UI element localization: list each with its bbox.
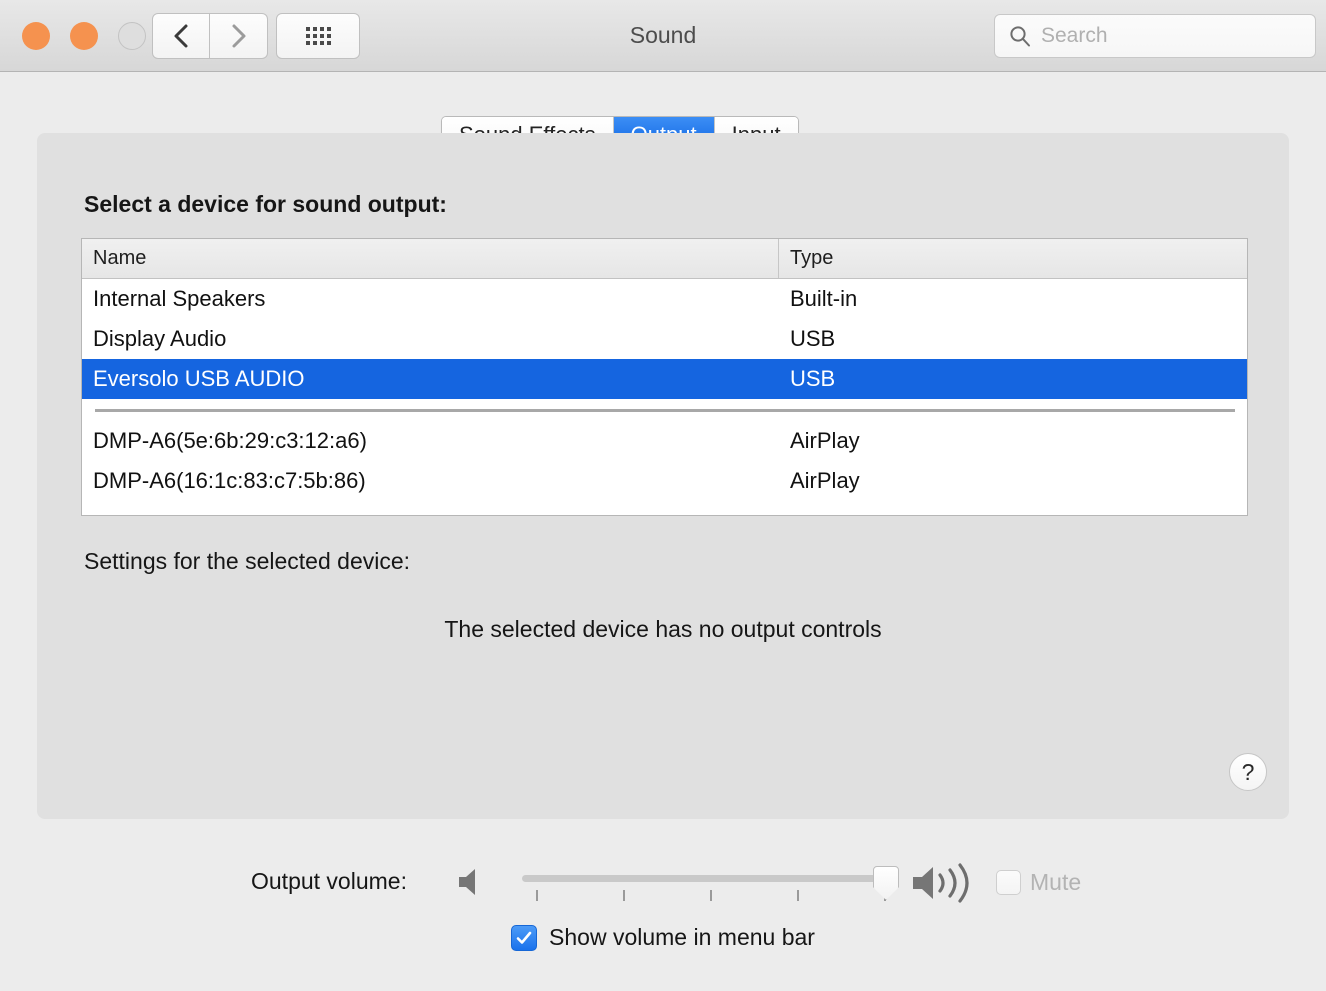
device-name: DMP-A6(16:1c:83:c7:5b:86) — [93, 468, 366, 493]
select-device-heading: Select a device for sound output: — [84, 191, 447, 217]
device-name: Display Audio — [93, 326, 227, 351]
table-header-row: Name Type — [82, 239, 1247, 279]
table-row[interactable]: DMP-A6(16:1c:83:c7:5b:86) AirPlay — [82, 461, 1247, 501]
column-header-type[interactable]: Type — [779, 239, 1247, 278]
output-device-table[interactable]: Name Type Internal Speakers Built-in Dis… — [81, 238, 1248, 516]
search-placeholder: Search — [1041, 24, 1108, 47]
mute-label: Mute — [1030, 869, 1082, 895]
show-volume-label: Show volume in menu bar — [549, 924, 815, 950]
settings-for-selected-device-label: Settings for the selected device: — [84, 548, 411, 574]
window-titlebar: Sound Search — [0, 0, 1326, 72]
table-row-selected[interactable]: Eversolo USB AUDIO USB — [82, 359, 1247, 399]
mute-checkbox[interactable] — [996, 870, 1021, 895]
table-row[interactable]: Internal Speakers Built-in — [82, 279, 1247, 319]
output-settings-panel: Select a device for sound output: Name T… — [37, 133, 1289, 819]
show-volume-in-menu-bar-row: Show volume in menu bar — [0, 924, 1326, 951]
speaker-quiet-icon — [459, 869, 475, 895]
device-name: DMP-A6(5e:6b:29:c3:12:a6) — [93, 428, 367, 453]
device-type: Built-in — [790, 286, 858, 311]
output-volume-row: Output volume: Mute — [0, 858, 1326, 906]
device-name: Eversolo USB AUDIO — [93, 366, 305, 391]
speaker-loud-icon — [913, 863, 969, 903]
checkmark-icon — [516, 931, 532, 944]
device-type: USB — [790, 366, 836, 391]
device-name: Internal Speakers — [93, 286, 266, 311]
search-field[interactable]: Search — [994, 14, 1316, 58]
no-output-controls-message: The selected device has no output contro… — [444, 616, 882, 642]
device-type: USB — [790, 326, 836, 351]
table-group-separator — [82, 399, 1247, 421]
output-volume-slider[interactable] — [522, 858, 899, 906]
table-row[interactable]: Display Audio USB — [82, 319, 1247, 359]
device-type: AirPlay — [790, 468, 860, 493]
column-header-name[interactable]: Name — [82, 239, 779, 278]
slider-tick-marks — [522, 890, 888, 902]
output-volume-label: Output volume: — [251, 868, 407, 894]
show-volume-checkbox[interactable] — [511, 924, 538, 951]
search-icon — [1010, 26, 1030, 47]
table-row[interactable]: DMP-A6(5e:6b:29:c3:12:a6) AirPlay — [82, 421, 1247, 461]
mute-control-group: Mute — [996, 869, 1081, 896]
help-button[interactable]: ? — [1229, 753, 1267, 791]
slider-track[interactable] — [522, 875, 888, 882]
device-type: AirPlay — [790, 428, 860, 453]
